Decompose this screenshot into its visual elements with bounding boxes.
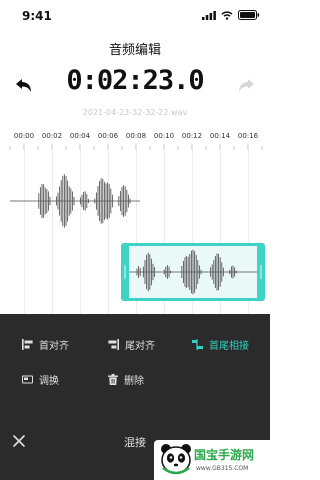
close-icon[interactable] [12,434,26,448]
wifi-icon [221,10,233,20]
status-icons [202,10,260,20]
watermark: 国宝手游网 www.GB315.COM [154,440,270,480]
swap-icon [22,375,33,384]
align-start-icon [22,339,33,350]
battery-icon [238,10,260,20]
delete-label: 删除 [124,376,144,387]
playback-time: 0:02:23.0 [66,65,204,96]
timeline-label: 00:00 [13,132,35,140]
head-to-tail-icon [192,339,203,350]
file-name: 2021-04-23-32-32-22.wav [82,108,188,117]
clip-right-handle[interactable] [260,265,262,279]
clip-left-handle[interactable] [124,265,126,279]
timeline-label: 00:10 [153,132,175,140]
audio-track-1-waveform[interactable] [10,172,140,230]
timeline-label: 00:04 [69,132,91,140]
watermark-url: www.GB315.COM [196,465,249,472]
head-to-tail-option[interactable]: 首尾相接 [192,337,249,352]
trash-icon [108,374,118,385]
align-start-label: 首对齐 [39,341,69,352]
mix-label: 混接 [124,436,146,449]
timeline-label: 00:02 [41,132,63,140]
timeline-label: 00:14 [209,132,231,140]
timeline-label: 00:08 [125,132,147,140]
page-title: 音频编辑 [108,43,161,58]
signal-icon [202,10,216,20]
align-end-icon [108,339,119,350]
swap-label: 调换 [39,376,59,387]
head-to-tail-label: 首尾相接 [209,341,249,352]
status-time: 9:41 [22,9,52,23]
timeline-label: 00:16 [237,132,259,140]
watermark-brand: 国宝手游网 [194,448,255,462]
audio-track-2-waveform [129,249,257,295]
align-end-label: 尾对齐 [125,341,155,352]
timeline-label: 00:12 [181,132,203,140]
swap-option[interactable]: 调换 [22,372,59,387]
redo-icon[interactable] [237,78,257,94]
clip-body [129,246,257,298]
timeline-ruler: 00:00 00:02 00:04 00:06 00:08 00:10 00:1… [0,132,270,144]
timeline-label: 00:06 [97,132,119,140]
audio-track-2-selected[interactable] [121,243,265,301]
status-bar: 9:41 [0,0,270,30]
panda-logo [161,444,191,475]
delete-option[interactable]: 删除 [108,372,144,387]
align-start-option[interactable]: 首对齐 [22,337,69,352]
align-end-option[interactable]: 尾对齐 [108,337,155,352]
